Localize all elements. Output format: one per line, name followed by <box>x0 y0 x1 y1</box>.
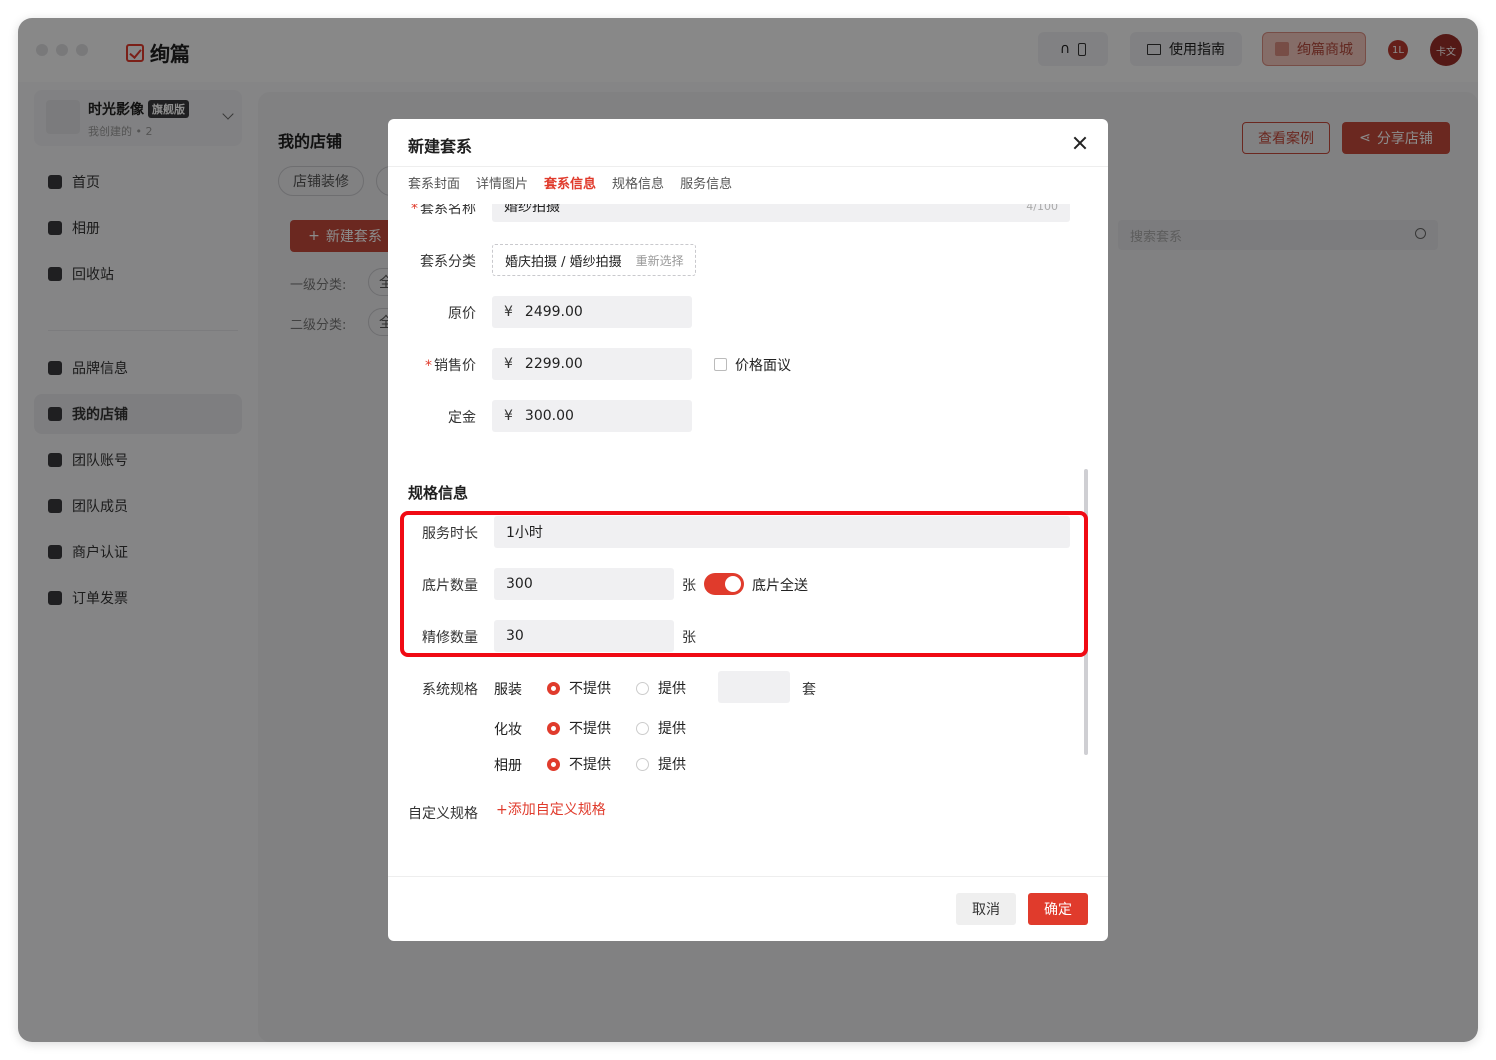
modal-body: * 套系名称 婚纱拍摄 4/100 套系分类 婚庆拍摄 / 婚纱拍摄 重新选择 原… <box>388 204 1108 876</box>
custom-spec-label: 自定义规格 <box>408 806 478 822</box>
original-price-label: 原价 <box>448 306 476 322</box>
modal-tabs: 套系封面 详情图片 套系信息 规格信息 服务信息 <box>408 173 732 192</box>
album-not-provide-radio[interactable] <box>547 758 560 771</box>
deposit-label: 定金 <box>448 410 476 426</box>
duration-input[interactable]: 1小时 <box>494 516 1070 548</box>
negatives-label: 底片数量 <box>422 578 478 594</box>
clothing-not-provide-radio[interactable] <box>547 682 560 695</box>
negatives-input[interactable]: 300 <box>494 568 674 600</box>
negatives-unit: 张 <box>682 578 696 594</box>
app-window: 绚篇 ∩ 使用指南 绚篇商城 1L 卡文 时光影像 旗舰版 我创建的 • 2 首… <box>18 18 1478 1042</box>
sale-price-label: * 销售价 <box>425 358 476 374</box>
cancel-button[interactable]: 取消 <box>956 893 1016 925</box>
original-price-input[interactable]: ¥2499.00 <box>492 296 692 328</box>
all-negatives-label: 底片全送 <box>752 578 808 594</box>
makeup-provide-radio[interactable] <box>636 722 649 735</box>
clothing-provide-label: 提供 <box>658 681 686 697</box>
album-not-provide-label: 不提供 <box>569 757 611 773</box>
clothing-count-input[interactable] <box>718 671 790 703</box>
system-spec-label: 系统规格 <box>422 682 478 698</box>
retouch-input[interactable]: 30 <box>494 620 674 652</box>
makeup-provide-label: 提供 <box>658 721 686 737</box>
retouch-unit: 张 <box>682 630 696 646</box>
category-selector[interactable]: 婚庆拍摄 / 婚纱拍摄 重新选择 <box>492 244 696 276</box>
tab-spec-info[interactable]: 规格信息 <box>612 173 664 192</box>
sale-price-input[interactable]: ¥2299.00 <box>492 348 692 380</box>
modal-title: 新建套系 <box>408 137 473 156</box>
header-divider <box>388 166 1108 167</box>
modal-scrollbar[interactable] <box>1084 469 1088 755</box>
retouch-label: 精修数量 <box>422 630 478 646</box>
confirm-button[interactable]: 确定 <box>1028 893 1088 925</box>
tab-cover[interactable]: 套系封面 <box>408 173 460 192</box>
name-label: * 套系名称 <box>411 204 476 217</box>
add-custom-spec-link[interactable]: +添加自定义规格 <box>496 799 606 819</box>
new-package-modal: 新建套系 套系封面 详情图片 套系信息 规格信息 服务信息 * 套系名称 婚纱拍摄… <box>388 119 1108 941</box>
spec-section-title: 规格信息 <box>408 484 469 502</box>
close-icon[interactable] <box>1072 135 1088 151</box>
makeup-not-provide-label: 不提供 <box>569 721 611 737</box>
negotiable-checkbox[interactable] <box>714 358 727 371</box>
makeup-not-provide-radio[interactable] <box>547 722 560 735</box>
all-negatives-toggle[interactable] <box>704 573 744 595</box>
name-counter: 4/100 <box>1026 204 1058 213</box>
name-input[interactable]: 婚纱拍摄 4/100 <box>492 204 1070 222</box>
category-label: 套系分类 <box>420 254 476 270</box>
duration-label: 服务时长 <box>422 526 478 542</box>
album-provide-label: 提供 <box>658 757 686 773</box>
tab-detail-images[interactable]: 详情图片 <box>476 173 528 192</box>
reselect-link[interactable]: 重新选择 <box>636 252 684 269</box>
footer-divider <box>388 876 1108 877</box>
clothing-unit: 套 <box>802 682 816 698</box>
clothing-provide-radio[interactable] <box>636 682 649 695</box>
tab-service-info[interactable]: 服务信息 <box>680 173 732 192</box>
album-label: 相册 <box>494 758 522 774</box>
clothing-not-provide-label: 不提供 <box>569 681 611 697</box>
clothing-label: 服装 <box>494 682 522 698</box>
album-provide-radio[interactable] <box>636 758 649 771</box>
makeup-label: 化妆 <box>494 722 522 738</box>
deposit-input[interactable]: ¥300.00 <box>492 400 692 432</box>
tab-package-info[interactable]: 套系信息 <box>544 173 596 192</box>
negotiable-label: 价格面议 <box>735 358 791 374</box>
